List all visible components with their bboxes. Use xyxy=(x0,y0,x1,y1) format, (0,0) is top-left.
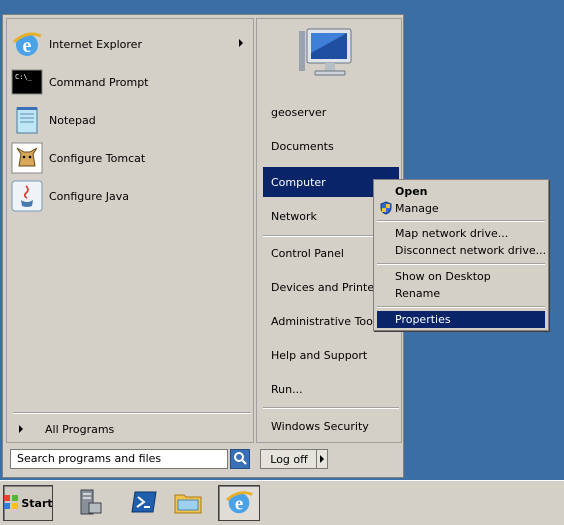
all-programs-button[interactable]: All Programs xyxy=(13,419,251,439)
svg-text:e: e xyxy=(235,493,243,514)
pinned-command-prompt[interactable]: C:\_ Command Prompt xyxy=(11,65,249,99)
search-icon xyxy=(233,451,247,468)
tomcat-icon xyxy=(11,142,43,174)
svg-text:C:\_: C:\_ xyxy=(15,73,33,81)
command-prompt-icon: C:\_ xyxy=(11,66,43,98)
link-documents[interactable]: Documents xyxy=(263,131,399,161)
pinned-label: Internet Explorer xyxy=(49,37,142,51)
context-menu: Open Manage Map network drive... Disconn… xyxy=(373,179,549,331)
shutdown-options-arrow[interactable] xyxy=(316,449,328,469)
separator xyxy=(13,412,251,414)
menu-item-show-on-desktop[interactable]: Show on Desktop xyxy=(377,268,545,285)
pinned-programs-pane: e Internet Explorer C:\_ Command Prompt … xyxy=(6,18,254,443)
link-run[interactable]: Run... xyxy=(263,374,399,404)
menu-item-open[interactable]: Open xyxy=(377,183,545,200)
separator xyxy=(377,263,545,265)
start-label: Start xyxy=(21,496,53,510)
taskbar: Start e xyxy=(0,480,564,525)
start-button[interactable]: Start xyxy=(3,485,53,521)
server-manager-icon xyxy=(73,487,103,520)
separator xyxy=(263,407,399,409)
menu-item-map-network-drive[interactable]: Map network drive... xyxy=(377,225,545,242)
windows-logo-icon xyxy=(3,494,19,513)
shield-icon xyxy=(379,201,393,218)
menu-item-manage[interactable]: Manage xyxy=(377,200,545,217)
search-input[interactable]: Search programs and files xyxy=(10,449,228,469)
link-user-folder[interactable]: geoserver xyxy=(263,97,399,127)
log-off-button[interactable]: Log off xyxy=(260,449,318,469)
pinned-label: Configure Tomcat xyxy=(49,151,146,165)
pinned-notepad[interactable]: Notepad xyxy=(11,103,249,137)
taskbar-server-manager[interactable] xyxy=(70,485,106,521)
link-help-and-support[interactable]: Help and Support xyxy=(263,340,399,370)
pinned-internet-explorer[interactable]: e Internet Explorer xyxy=(11,27,249,61)
taskbar-powershell[interactable] xyxy=(126,485,162,521)
svg-text:e: e xyxy=(23,35,32,57)
separator xyxy=(377,306,545,308)
menu-item-disconnect-network-drive[interactable]: Disconnect network drive... xyxy=(377,242,546,259)
internet-explorer-icon: e xyxy=(11,28,43,60)
submenu-arrow-icon[interactable] xyxy=(239,39,243,47)
pinned-configure-tomcat[interactable]: Configure Tomcat xyxy=(11,141,249,175)
pinned-label: Notepad xyxy=(49,113,96,127)
search-button[interactable] xyxy=(230,449,250,469)
computer-icon xyxy=(299,23,363,83)
notepad-icon xyxy=(11,104,43,136)
java-icon xyxy=(11,180,43,212)
powershell-icon xyxy=(129,487,159,520)
all-programs-label: All Programs xyxy=(45,422,115,436)
taskbar-windows-explorer[interactable] xyxy=(170,485,206,521)
link-windows-security[interactable]: Windows Security xyxy=(263,411,399,441)
menu-item-label: Manage xyxy=(395,202,439,215)
all-programs-arrow-icon xyxy=(19,425,23,433)
explorer-folder-icon xyxy=(173,487,203,520)
separator xyxy=(377,220,545,222)
pinned-configure-java[interactable]: Configure Java xyxy=(11,179,249,213)
menu-item-rename[interactable]: Rename xyxy=(377,285,545,302)
taskbar-internet-explorer[interactable]: e xyxy=(218,485,260,521)
internet-explorer-icon: e xyxy=(224,487,254,520)
start-menu: e Internet Explorer C:\_ Command Prompt … xyxy=(2,14,404,478)
pinned-label: Configure Java xyxy=(49,189,130,203)
menu-item-properties[interactable]: Properties xyxy=(377,311,545,328)
pinned-label: Command Prompt xyxy=(49,75,149,89)
